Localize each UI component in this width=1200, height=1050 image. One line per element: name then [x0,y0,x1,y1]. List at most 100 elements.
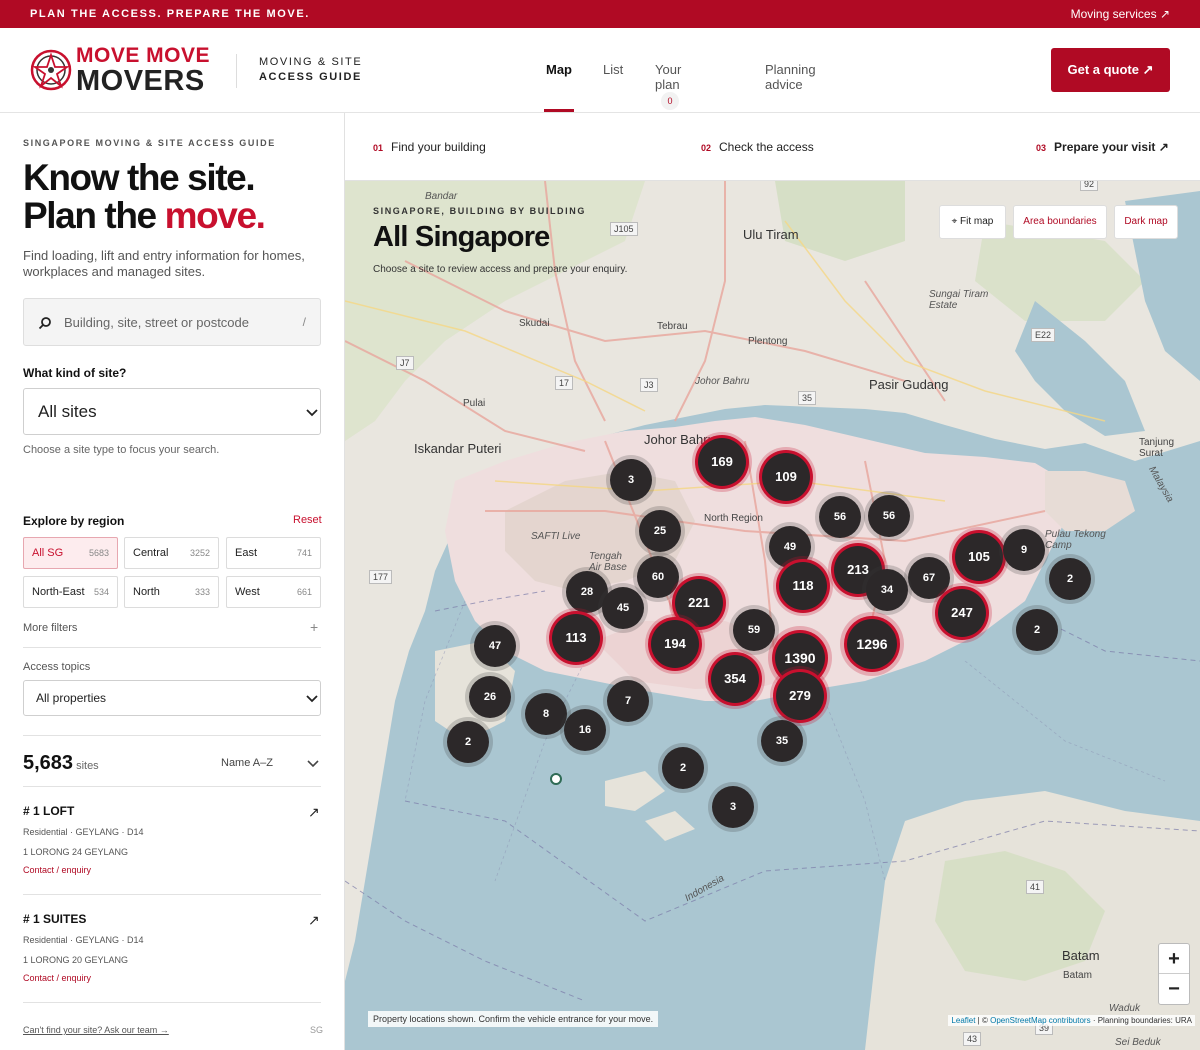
cluster-marker[interactable]: 67 [908,557,950,599]
cluster-marker[interactable]: 221 [675,579,723,627]
more-filters-toggle[interactable]: More filters [23,622,77,634]
intro-text: Find loading, lift and entry information… [23,248,305,279]
cluster-marker[interactable]: 47 [474,625,516,667]
cluster-marker[interactable]: 56 [868,495,910,537]
road-badge: 35 [798,391,817,405]
step-label: Find your building [391,140,486,154]
road-badge: 43 [963,1032,982,1046]
cluster-marker[interactable]: 34 [866,569,908,611]
country-code: SG [310,1025,324,1035]
location-pin-icon[interactable] [550,773,562,785]
cluster-marker[interactable]: 279 [776,672,824,720]
place-label: Ulu Tiram [743,227,799,242]
cluster-marker[interactable]: 25 [639,510,681,552]
cluster-marker[interactable]: 105 [955,533,1003,581]
cluster-marker[interactable]: 109 [762,453,810,501]
nav-your-plan[interactable]: Your plan0 [655,62,681,110]
place-label: Bandar [425,191,458,202]
cluster-marker[interactable]: 35 [761,720,803,762]
place-label: Sei Beduk [1115,1037,1161,1048]
ura-credit: · Planning boundaries: URA [1092,1016,1192,1025]
cluster-marker[interactable]: 2 [1049,558,1091,600]
nav-list[interactable]: List [603,62,623,77]
divider [23,647,321,648]
place-label: Pulau Tekong Camp [1045,529,1106,551]
cluster-marker[interactable]: 9 [1003,529,1045,571]
step-prepare-visit[interactable]: 03 Prepare your visit ↗ [1036,140,1169,154]
brand-logo-icon[interactable] [30,49,72,91]
site-name[interactable]: # 1 SUITES [23,912,86,926]
brand-divider [236,54,237,88]
dark-map-button[interactable]: Dark map [1114,205,1178,239]
plus-icon[interactable]: + [310,619,318,635]
cluster-marker[interactable]: 194 [651,620,699,668]
brand-wordmark[interactable]: MOVE MOVE MOVERS [76,45,210,96]
nav-map[interactable]: Map [546,62,572,77]
cluster-marker[interactable]: 169 [698,438,746,486]
cluster-marker[interactable]: 26 [469,676,511,718]
ask-team-link[interactable]: Can't find your site? Ask our team → [23,1025,169,1035]
cluster-marker[interactable]: 3 [610,459,652,501]
cluster-marker[interactable]: 2 [447,721,489,763]
chevron-down-icon[interactable] [307,760,319,768]
reset-regions-button[interactable]: Reset [293,514,322,526]
search-input[interactable]: Building, site, street or postcode / [23,298,321,346]
site-address: 1 LORONG 24 GEYLANG [23,847,129,857]
region-central[interactable]: Central 3252 [124,537,219,569]
open-arrow-icon[interactable]: ↗ [308,804,320,821]
cluster-marker[interactable]: 113 [552,614,600,662]
step-find-building[interactable]: 01 Find your building [373,140,486,154]
road-badge: E22 [1031,328,1056,342]
region-north[interactable]: North 333 [124,576,219,608]
cluster-marker[interactable]: 60 [637,556,679,598]
cluster-marker[interactable]: 2 [662,747,704,789]
region-all-sg[interactable]: All SG 5683 [23,537,118,569]
map-attribution: Leaflet | © OpenStreetMap contributors ·… [948,1015,1195,1026]
site-type-select[interactable]: All sites [23,388,321,435]
open-arrow-icon[interactable]: ↗ [308,912,320,929]
place-label: Sungai Tiram Estate [929,289,989,311]
leaflet-link[interactable]: Leaflet [951,1016,975,1025]
step-check-access[interactable]: 02 Check the access [701,140,814,154]
zoom-in-button[interactable]: + [1159,944,1189,974]
cluster-marker[interactable]: 59 [733,609,775,651]
results-count-value: 5,683 [23,752,74,774]
contact-enquiry-link[interactable]: Contact / enquiry [23,865,91,875]
osm-link[interactable]: OpenStreetMap contributors [990,1016,1091,1025]
divider [23,735,321,736]
access-topics-select[interactable]: All properties [23,680,321,716]
cluster-marker[interactable]: 3 [712,786,754,828]
site-name[interactable]: # 1 LOFT [23,804,74,818]
cluster-marker[interactable]: 56 [819,496,861,538]
chevron-down-icon [306,695,318,703]
region-name: All SG [32,547,64,559]
cluster-marker[interactable]: 1296 [847,619,897,669]
divider [23,894,321,895]
zoom-out-button[interactable]: − [1159,974,1189,1004]
cluster-marker[interactable]: 45 [602,587,644,629]
cluster-marker[interactable]: 8 [525,693,567,735]
get-quote-button[interactable]: Get a quote ↗ [1051,48,1170,92]
contact-enquiry-link[interactable]: Contact / enquiry [23,973,91,983]
cluster-marker[interactable]: 118 [779,562,827,610]
region-name: Central [133,547,169,559]
map-canvas[interactable]: Ulu Tiram Skudai Tebrau Plentong Pasir G… [345,181,1200,1050]
nav-planning-advice[interactable]: Planning advice [765,62,816,92]
fit-map-button[interactable]: ⌖ Fit map [939,205,1006,239]
results-count-unit: sites [76,760,99,772]
sort-select[interactable]: Name A–Z [221,757,273,769]
region-count: 5683 [88,548,109,558]
cluster-marker[interactable]: 16 [564,709,606,751]
step-number: 01 [373,143,384,153]
moving-services-link[interactable]: Moving services ↗ [1071,7,1170,21]
region-north-east[interactable]: North-East 534 [23,576,118,608]
cluster-marker[interactable]: 354 [711,655,759,703]
cluster-marker[interactable]: 7 [607,680,649,722]
region-west[interactable]: West 661 [226,576,321,608]
cluster-marker[interactable]: 2 [1016,609,1058,651]
area-boundaries-button[interactable]: Area boundaries [1013,205,1107,239]
region-east[interactable]: East 741 [226,537,321,569]
map-title: All Singapore [373,221,550,253]
place-label: Pulai [463,398,486,409]
cluster-marker[interactable]: 247 [938,589,986,637]
